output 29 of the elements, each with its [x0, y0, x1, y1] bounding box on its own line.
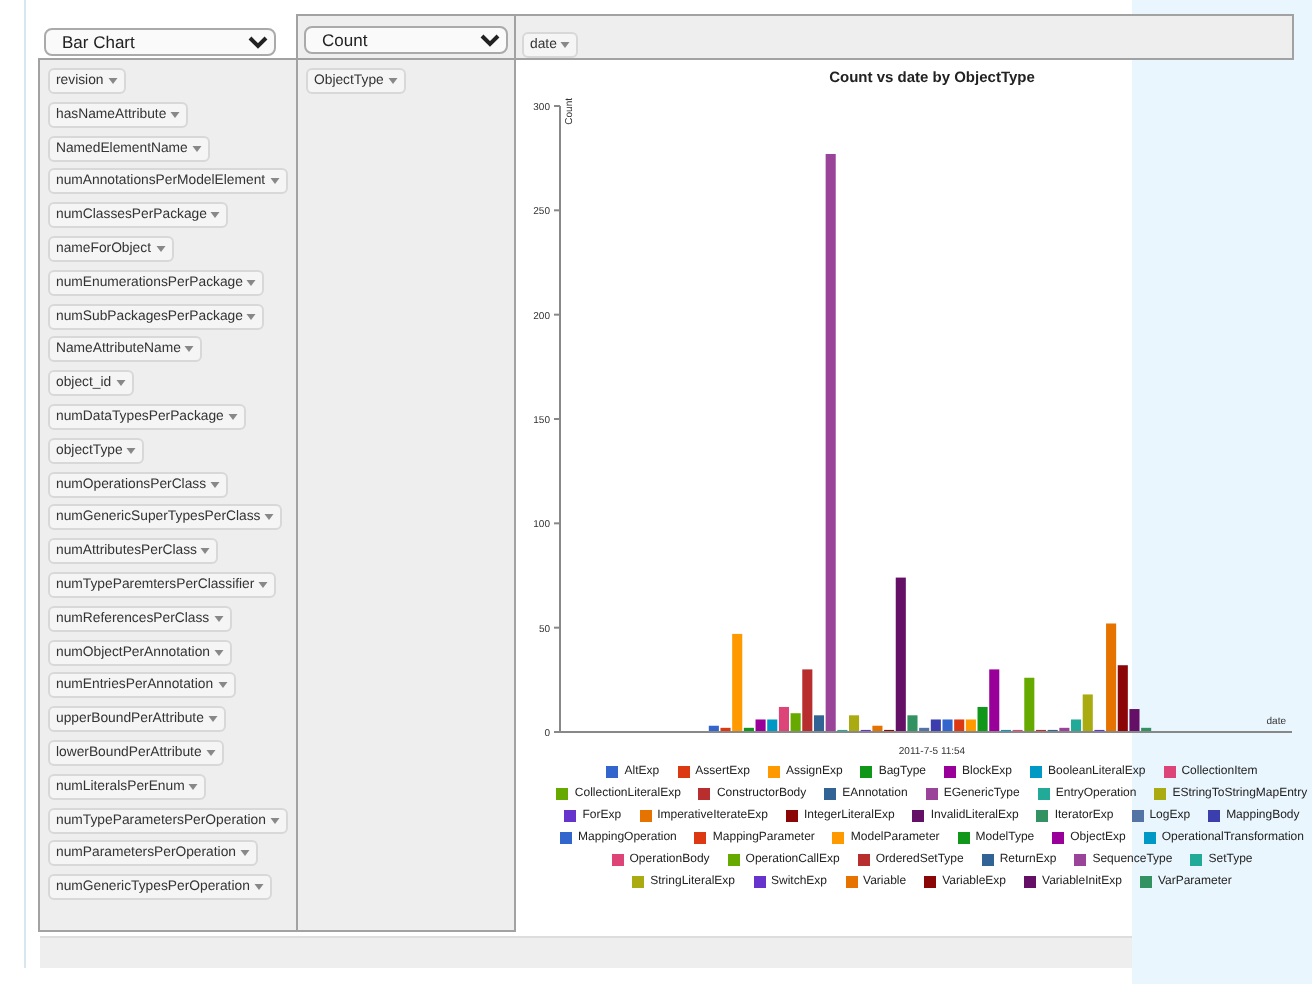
caret-icon: [240, 850, 251, 857]
caret-icon: [258, 581, 269, 588]
caret-icon: [246, 279, 257, 286]
caret-icon: [191, 145, 202, 152]
caret-icon: [227, 413, 238, 420]
caret-icon: [188, 783, 199, 790]
renderer-select[interactable]: Bar Chart: [44, 28, 276, 56]
caret-icon: [184, 346, 195, 353]
aggregator-select[interactable]: Count: [304, 26, 508, 54]
caret-icon: [170, 111, 181, 118]
caret-icon: [210, 212, 221, 219]
caret-icon: [126, 447, 137, 454]
caret-icon: [253, 884, 264, 891]
caret-icon: [264, 514, 275, 521]
caret-icon: [107, 78, 118, 84]
caret-icon: [213, 615, 224, 622]
caret-icon: [207, 716, 218, 723]
caret-icon: [155, 245, 165, 252]
caret-icon: [269, 817, 280, 824]
caret-icon: [560, 42, 571, 48]
caret-icon: [200, 548, 211, 555]
caret-icon: [387, 78, 398, 84]
caret-icon: [115, 380, 126, 387]
caret-icon: [269, 178, 280, 185]
caret-icon: [214, 649, 224, 656]
caret-icon: [205, 749, 216, 756]
caret-icon: [246, 313, 257, 320]
caret-icon: [217, 682, 228, 689]
caret-icon: [210, 481, 221, 488]
